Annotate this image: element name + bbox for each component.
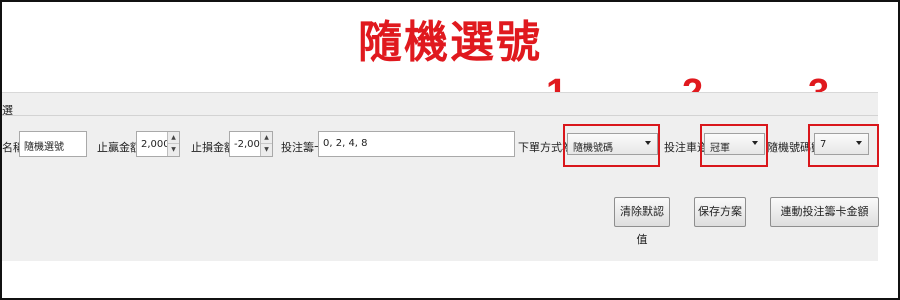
- stop-loss-stepper[interactable]: -2,000 ▲ ▼: [229, 131, 273, 157]
- stop-win-label: 止贏金額: [97, 141, 141, 154]
- stop-win-value: 2,000: [141, 139, 170, 150]
- stop-win-arrows[interactable]: ▲ ▼: [167, 132, 179, 156]
- highlight-order-mode: [563, 124, 660, 167]
- panel-divider: [2, 115, 878, 116]
- stepper-down-icon[interactable]: ▼: [168, 144, 179, 156]
- save-plan-button[interactable]: 保存方案: [694, 197, 746, 227]
- stop-loss-arrows[interactable]: ▲ ▼: [260, 132, 272, 156]
- settings-panel: 選 名稱 隨機選號 止贏金額 2,000 ▲ ▼ 止損金額 -2,000 ▲ ▼…: [2, 92, 879, 261]
- stepper-up-icon[interactable]: ▲: [168, 132, 179, 144]
- stepper-up-icon[interactable]: ▲: [261, 132, 272, 144]
- stepper-down-icon[interactable]: ▼: [261, 144, 272, 156]
- stop-win-stepper[interactable]: 2,000 ▲ ▼: [136, 131, 180, 157]
- page-title: 隨機選號: [358, 17, 542, 68]
- link-bet-amount-button[interactable]: 連動投注籌卡金額: [770, 197, 879, 227]
- clear-defaults-button[interactable]: 清除默認值: [614, 197, 670, 246]
- highlight-lane: [700, 124, 768, 167]
- highlight-random-count: [808, 124, 879, 167]
- name-field[interactable]: 隨機選號: [19, 131, 87, 157]
- bet-cards-field[interactable]: 0, 2, 4, 8: [318, 131, 515, 157]
